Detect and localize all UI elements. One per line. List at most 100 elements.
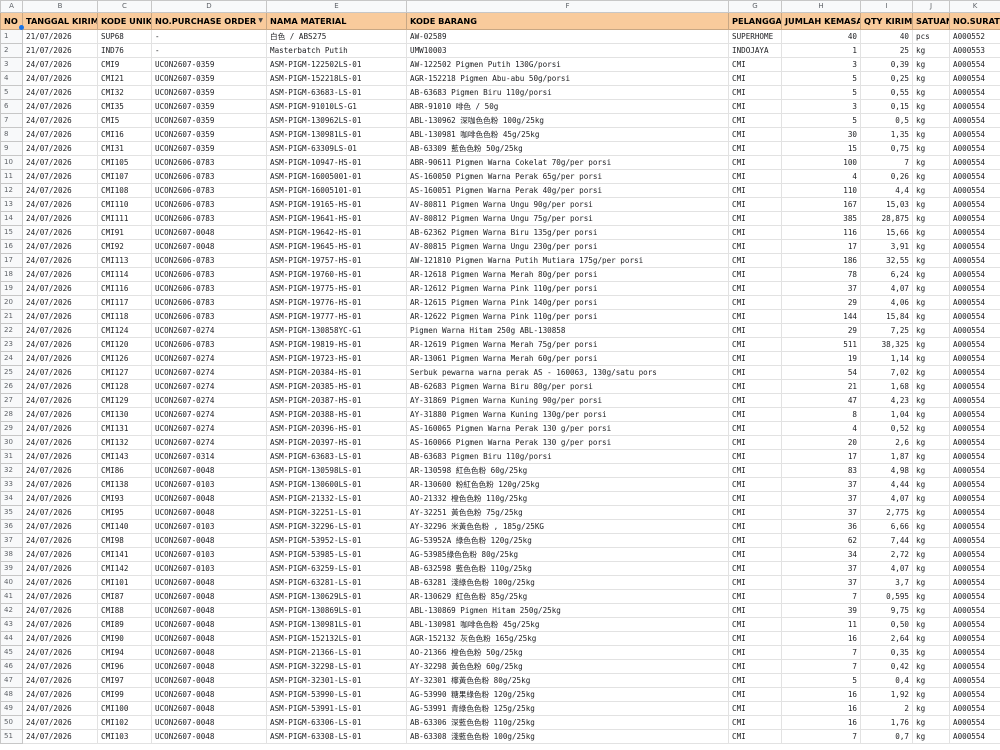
table-cell[interactable]: A000554 bbox=[949, 673, 1000, 688]
table-cell[interactable]: A000554 bbox=[949, 183, 1000, 198]
table-cell[interactable]: 2,6 bbox=[860, 435, 913, 450]
table-cell[interactable]: CMI bbox=[728, 645, 782, 660]
row-number[interactable]: 40 bbox=[0, 575, 23, 590]
table-cell[interactable]: CMI131 bbox=[97, 421, 152, 436]
table-cell[interactable]: UCON2607-0048 bbox=[151, 505, 267, 520]
table-cell[interactable]: A000554 bbox=[949, 239, 1000, 254]
table-cell[interactable]: UCON2606-0783 bbox=[151, 155, 267, 170]
table-cell[interactable]: 0,75 bbox=[860, 141, 913, 156]
row-number[interactable]: 8 bbox=[0, 127, 23, 142]
table-cell[interactable]: 17 bbox=[781, 239, 861, 254]
table-cell[interactable]: AR-12619 Pigmen Warna Merah 75g/per pors… bbox=[406, 337, 729, 352]
table-cell[interactable]: A000554 bbox=[949, 365, 1000, 380]
table-cell[interactable]: A000554 bbox=[949, 463, 1000, 478]
table-cell[interactable]: AR-13061 Pigmen Warna Merah 60g/per pors… bbox=[406, 351, 729, 366]
table-cell[interactable]: UCON2607-0048 bbox=[151, 659, 267, 674]
table-cell[interactable]: CMI116 bbox=[97, 281, 152, 296]
table-cell[interactable]: 4,07 bbox=[860, 491, 913, 506]
table-cell[interactable]: 6,24 bbox=[860, 267, 913, 282]
row-number[interactable]: 20 bbox=[0, 295, 23, 310]
table-cell[interactable]: UCON2606-0783 bbox=[151, 253, 267, 268]
table-cell[interactable]: kg bbox=[912, 379, 950, 394]
table-cell[interactable]: 24/07/2026 bbox=[22, 253, 98, 268]
table-cell[interactable]: kg bbox=[912, 99, 950, 114]
table-cell[interactable]: ASM-PIGM-32251-LS-01 bbox=[266, 505, 407, 520]
table-cell[interactable]: UCON2607-0314 bbox=[151, 449, 267, 464]
table-cell[interactable]: 1,14 bbox=[860, 351, 913, 366]
table-cell[interactable]: 0,5 bbox=[860, 113, 913, 128]
table-cell[interactable]: ASM-PIGM-19776-HS-01 bbox=[266, 295, 407, 310]
row-number[interactable]: 13 bbox=[0, 197, 23, 212]
table-cell[interactable]: ASM-PIGM-21332-LS-01 bbox=[266, 491, 407, 506]
table-cell[interactable]: CMI bbox=[728, 57, 782, 72]
column-letter-j[interactable]: J bbox=[912, 0, 950, 13]
table-cell[interactable]: UCON2607-0048 bbox=[151, 589, 267, 604]
table-cell[interactable]: 24/07/2026 bbox=[22, 673, 98, 688]
header-cell[interactable]: NAMA MATERIAL bbox=[266, 12, 407, 30]
table-cell[interactable]: 4 bbox=[781, 169, 861, 184]
table-cell[interactable]: ASM-PIGM-19645-HS-01 bbox=[266, 239, 407, 254]
table-cell[interactable]: UCON2607-0274 bbox=[151, 365, 267, 380]
table-cell[interactable]: kg bbox=[912, 211, 950, 226]
table-cell[interactable]: CMI bbox=[728, 589, 782, 604]
table-cell[interactable]: 24/07/2026 bbox=[22, 155, 98, 170]
table-cell[interactable]: ASM-PIGM-32298-LS-01 bbox=[266, 659, 407, 674]
table-cell[interactable]: 0,42 bbox=[860, 659, 913, 674]
table-cell[interactable]: 100 bbox=[781, 155, 861, 170]
table-cell[interactable]: A000554 bbox=[949, 645, 1000, 660]
table-cell[interactable]: CMI120 bbox=[97, 337, 152, 352]
table-cell[interactable]: 7 bbox=[781, 589, 861, 604]
table-cell[interactable]: 24/07/2026 bbox=[22, 463, 98, 478]
table-cell[interactable]: UCON2607-0048 bbox=[151, 533, 267, 548]
table-cell[interactable]: CMI141 bbox=[97, 547, 152, 562]
table-cell[interactable]: A000554 bbox=[949, 701, 1000, 716]
table-cell[interactable]: CMI96 bbox=[97, 659, 152, 674]
table-cell[interactable]: A000554 bbox=[949, 603, 1000, 618]
table-cell[interactable]: 78 bbox=[781, 267, 861, 282]
table-cell[interactable]: A000554 bbox=[949, 211, 1000, 226]
table-cell[interactable]: 0,55 bbox=[860, 85, 913, 100]
table-cell[interactable]: AR-12618 Pigmen Warna Merah 80g/per pors… bbox=[406, 267, 729, 282]
table-cell[interactable]: kg bbox=[912, 295, 950, 310]
table-cell[interactable]: UCON2607-0048 bbox=[151, 645, 267, 660]
table-cell[interactable]: ASM-PIGM-20384-HS-01 bbox=[266, 365, 407, 380]
table-cell[interactable]: AG-53985綠色色粉 80g/25kg bbox=[406, 547, 729, 562]
selection-handle[interactable] bbox=[19, 25, 24, 30]
table-cell[interactable]: ABR-91010 啡色 / 50g bbox=[406, 99, 729, 114]
table-cell[interactable]: 24/07/2026 bbox=[22, 575, 98, 590]
table-cell[interactable]: UCON2607-0103 bbox=[151, 477, 267, 492]
table-cell[interactable]: 2,775 bbox=[860, 505, 913, 520]
row-number[interactable]: 45 bbox=[0, 645, 23, 660]
table-cell[interactable]: 24/07/2026 bbox=[22, 57, 98, 72]
table-cell[interactable]: A000554 bbox=[949, 519, 1000, 534]
table-cell[interactable]: kg bbox=[912, 575, 950, 590]
table-cell[interactable]: CMI128 bbox=[97, 379, 152, 394]
table-cell[interactable]: UCON2607-0274 bbox=[151, 435, 267, 450]
table-cell[interactable]: A000554 bbox=[949, 295, 1000, 310]
table-cell[interactable]: CMI140 bbox=[97, 519, 152, 534]
table-cell[interactable]: A000554 bbox=[949, 337, 1000, 352]
table-cell[interactable]: kg bbox=[912, 309, 950, 324]
table-cell[interactable]: CMI142 bbox=[97, 561, 152, 576]
table-cell[interactable]: 28,875 bbox=[860, 211, 913, 226]
row-number[interactable]: 35 bbox=[0, 505, 23, 520]
row-number[interactable]: 32 bbox=[0, 463, 23, 478]
table-cell[interactable]: kg bbox=[912, 323, 950, 338]
table-cell[interactable]: 16 bbox=[781, 715, 861, 730]
table-cell[interactable]: AR-130629 紅色色粉 85g/25kg bbox=[406, 589, 729, 604]
table-cell[interactable]: A000554 bbox=[949, 169, 1000, 184]
table-cell[interactable]: AR-12615 Pigmen Warna Pink 140g/per pors… bbox=[406, 295, 729, 310]
table-cell[interactable]: kg bbox=[912, 589, 950, 604]
table-cell[interactable]: 24/07/2026 bbox=[22, 351, 98, 366]
table-cell[interactable]: ASM-PIGM-20396-HS-01 bbox=[266, 421, 407, 436]
table-cell[interactable]: 110 bbox=[781, 183, 861, 198]
table-cell[interactable]: UCON2607-0048 bbox=[151, 239, 267, 254]
table-cell[interactable]: AV-80812 Pigmen Warna Ungu 75g/per porsi bbox=[406, 211, 729, 226]
row-number[interactable]: 37 bbox=[0, 533, 23, 548]
table-cell[interactable]: 32,55 bbox=[860, 253, 913, 268]
table-cell[interactable]: 29 bbox=[781, 295, 861, 310]
table-cell[interactable]: UCON2606-0783 bbox=[151, 267, 267, 282]
header-cell[interactable]: NO.PURCHASE ORDER ▼ bbox=[151, 12, 267, 30]
table-cell[interactable]: A000554 bbox=[949, 449, 1000, 464]
table-cell[interactable]: 30 bbox=[781, 127, 861, 142]
